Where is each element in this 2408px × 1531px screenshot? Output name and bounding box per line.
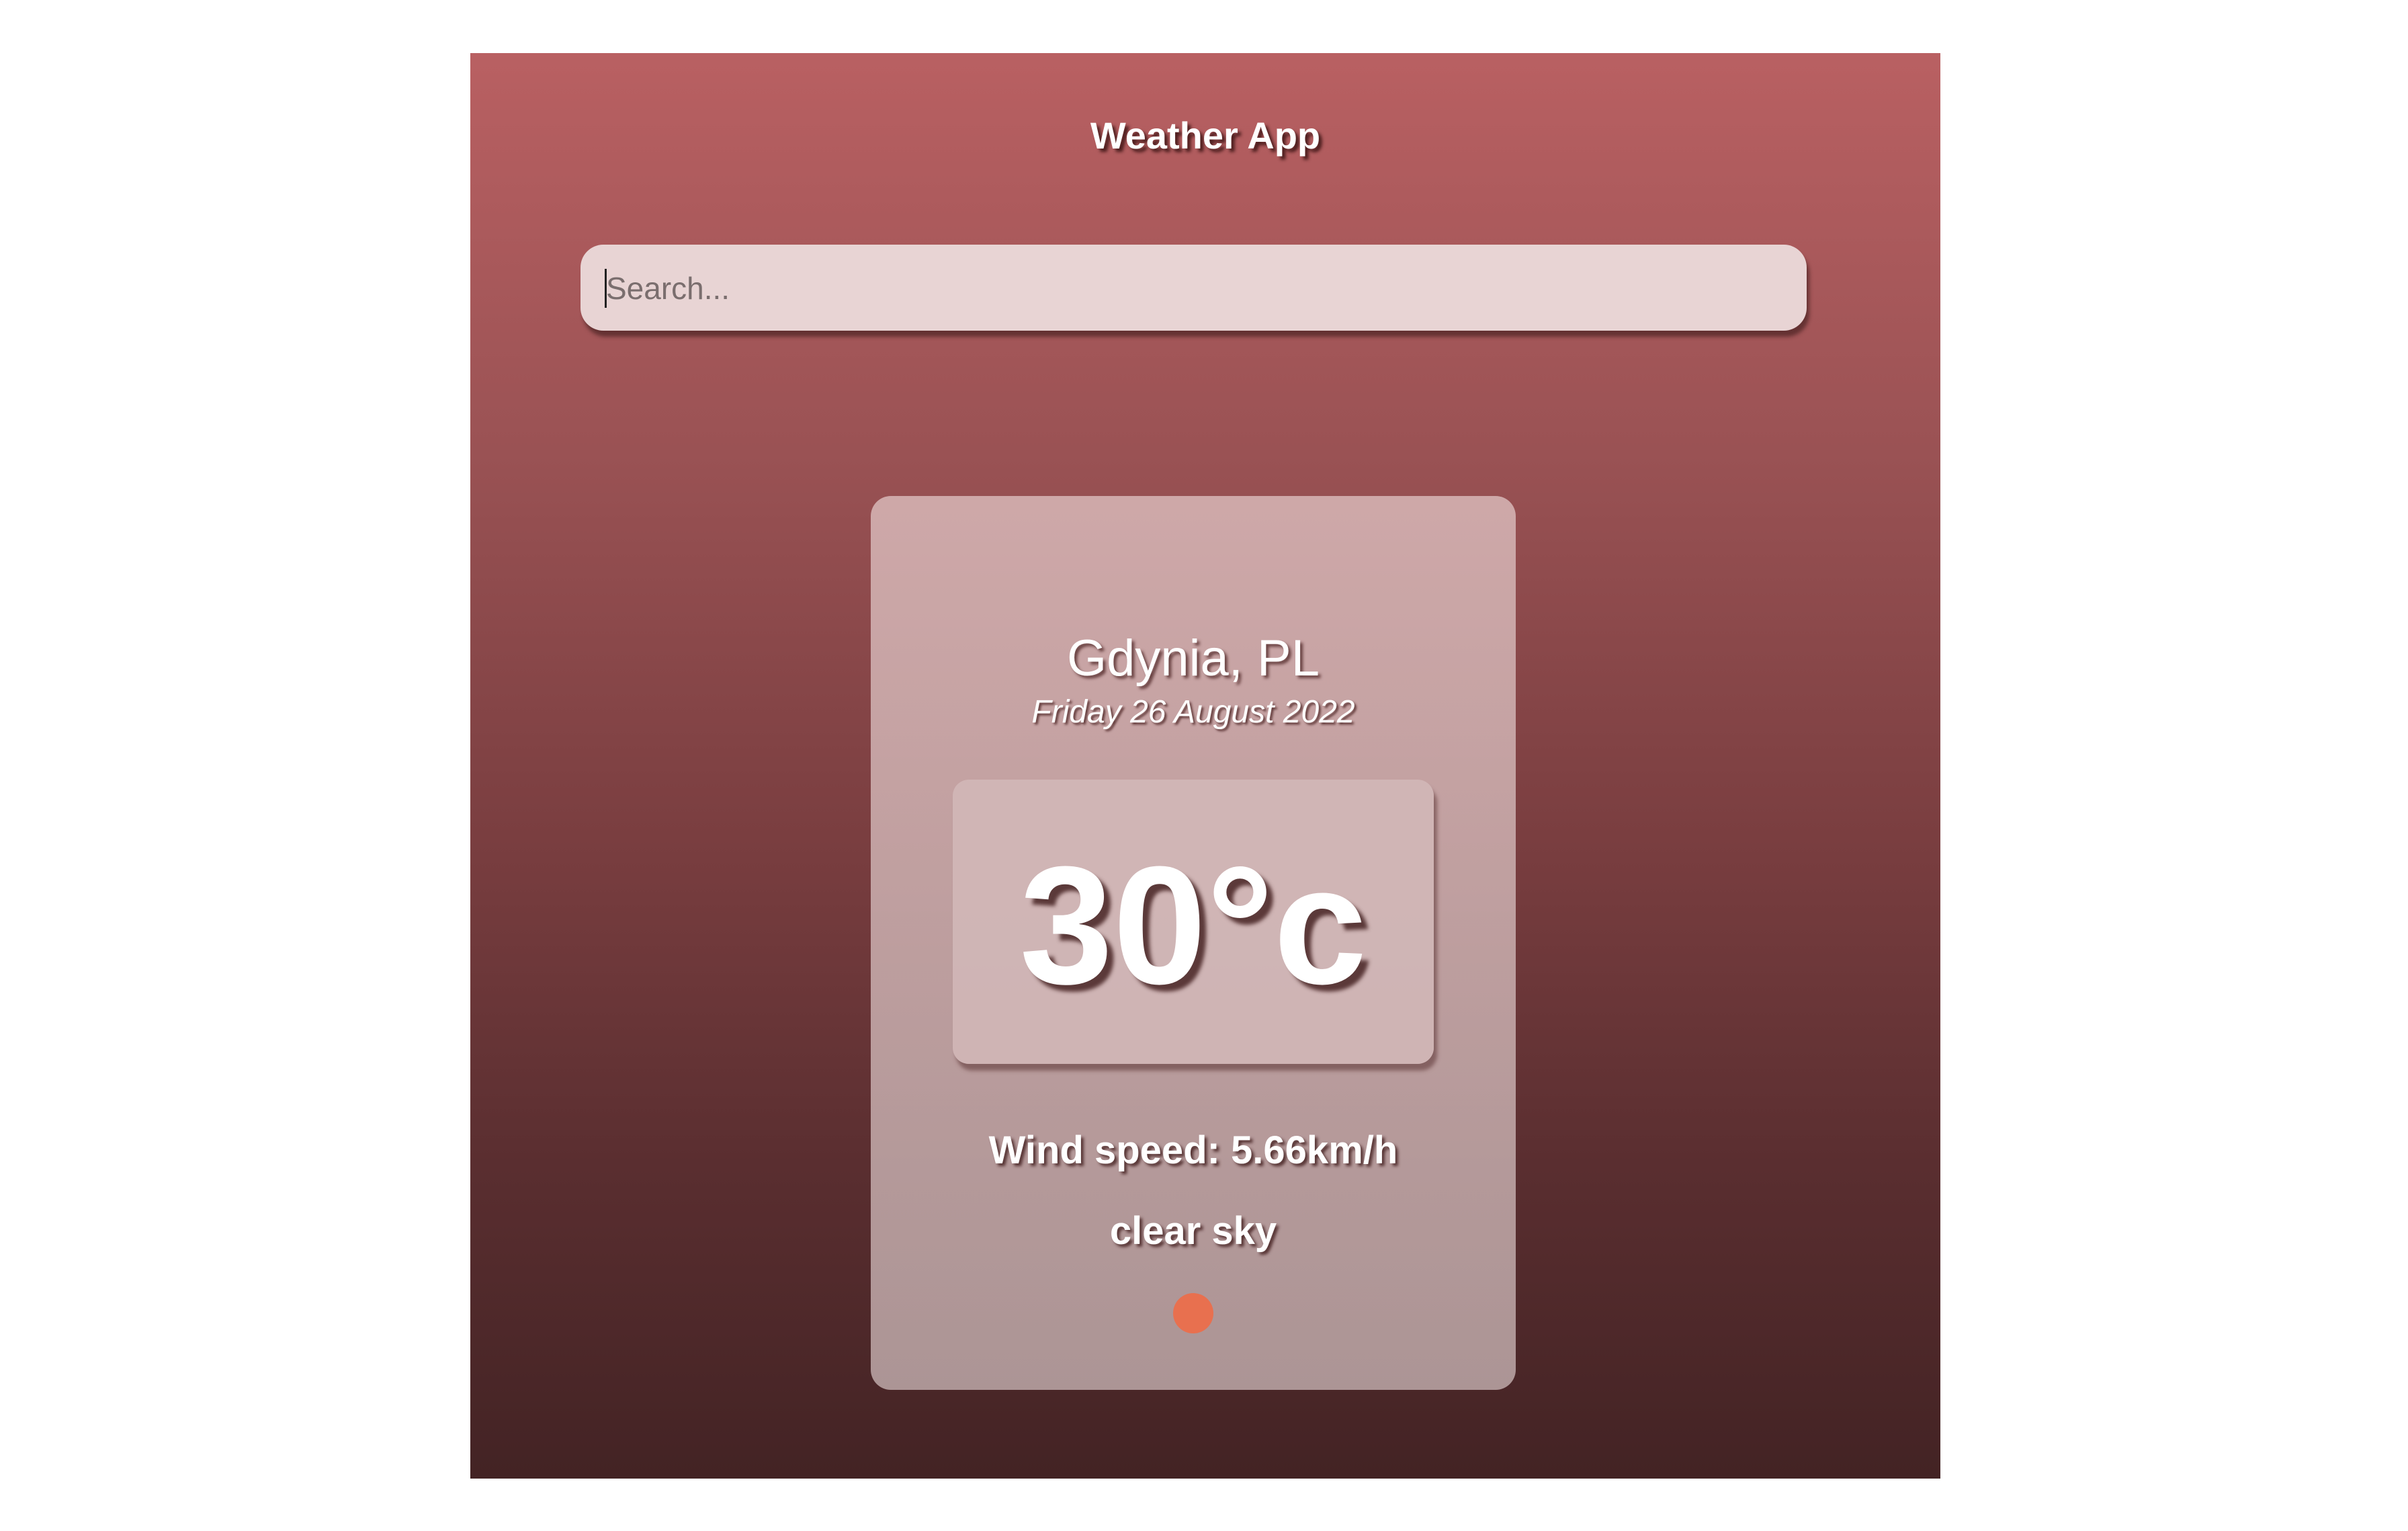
sun-icon [1173,1293,1213,1333]
text-caret [605,269,607,308]
temperature-value: 30°c [1019,831,1367,1019]
temperature-box: 30°c [953,780,1434,1064]
wind-speed: Wind speed: 5.66km/h [988,1128,1398,1172]
app-title: Weather App [1090,114,1321,157]
weather-description: clear sky [1109,1209,1277,1253]
location-label: Gdynia, PL [1067,630,1320,687]
search-input[interactable] [605,245,1790,332]
date-label: Friday 26 August 2022 [1031,694,1355,730]
search-bar[interactable] [580,245,1807,332]
weather-app: Weather App Gdynia, PL Friday 26 August … [470,53,1940,1479]
weather-card: Gdynia, PL Friday 26 August 2022 30°c Wi… [871,496,1516,1390]
